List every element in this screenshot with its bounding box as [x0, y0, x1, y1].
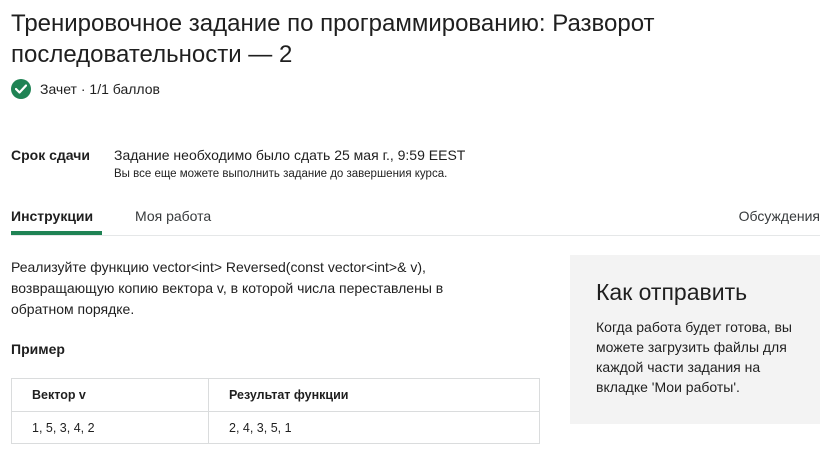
- deadline-note: Вы все еще можете выполнить задание до з…: [114, 168, 448, 180]
- example-table: Вектор v Результат функции 1, 5, 3, 4, 2…: [11, 378, 540, 444]
- table-cell: 1, 5, 3, 4, 2: [11, 411, 209, 444]
- grade-text: Зачет · 1/1 баллов: [40, 81, 160, 97]
- how-to-submit-panel: Как отправить Когда работа будет готова,…: [570, 255, 820, 424]
- task-description: Реализуйте функцию vector<int> Reversed(…: [11, 259, 444, 317]
- how-to-submit-text: Когда работа будет готова, вы можете заг…: [596, 319, 792, 395]
- how-to-submit-title: Как отправить: [596, 279, 748, 305]
- tab-instructions[interactable]: Инструкции: [11, 208, 93, 224]
- deadline-label: Срок сдачи: [11, 147, 90, 163]
- grade-status: Зачет · 1/1 баллов: [11, 79, 160, 99]
- tab-my-work[interactable]: Моя работа: [135, 208, 211, 224]
- column-header: Результат функции: [208, 378, 540, 412]
- table-row: 1, 5, 3, 4, 2 2, 4, 3, 5, 1: [11, 411, 540, 444]
- tab-bar: Инструкции Моя работа Обсуждения: [11, 199, 820, 236]
- tab-discussions[interactable]: Обсуждения: [739, 208, 820, 224]
- column-header: Вектор v: [11, 378, 209, 412]
- active-tab-indicator: [11, 231, 102, 235]
- table-header-row: Вектор v Результат функции: [11, 378, 540, 412]
- deadline-text: Задание необходимо было сдать 25 мая г.,…: [114, 147, 466, 163]
- table-cell: 2, 4, 3, 5, 1: [208, 411, 540, 444]
- check-circle-icon: [11, 79, 31, 99]
- example-heading: Пример: [11, 341, 65, 357]
- page-title: Тренировочное задание по программировани…: [11, 10, 655, 68]
